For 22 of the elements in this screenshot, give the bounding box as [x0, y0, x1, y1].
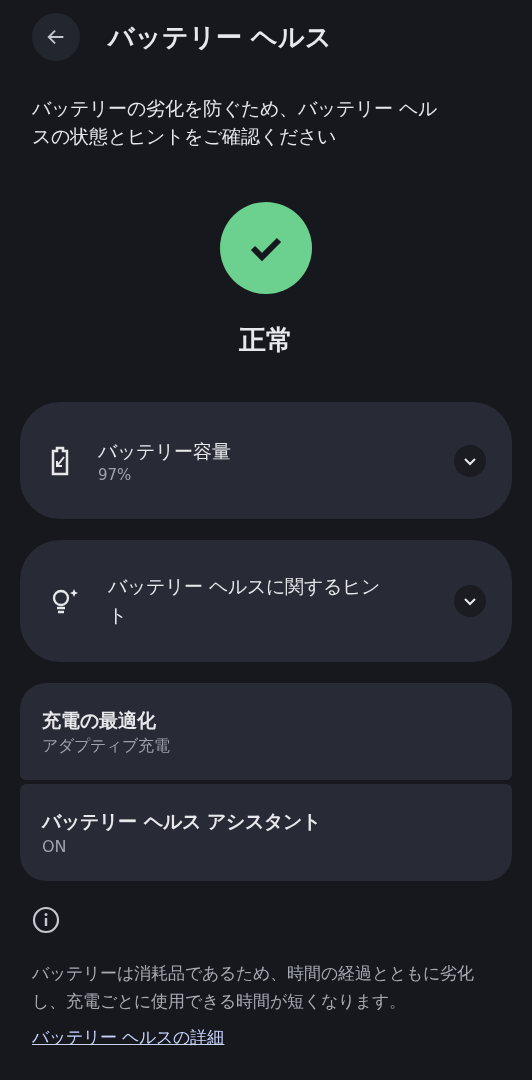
details-link[interactable]: バッテリー ヘルスの詳細 [32, 1026, 225, 1049]
setting-title: バッテリー ヘルス アシスタント [42, 809, 323, 834]
expand-button[interactable] [454, 444, 486, 477]
expandable-card[interactable]: バッテリー ヘルスに関するヒント [20, 540, 512, 662]
expandable-card[interactable]: バッテリー容量 97% [20, 402, 512, 519]
check-icon [220, 202, 312, 294]
card-value: 97% [98, 466, 133, 484]
card-title: バッテリー容量 [98, 439, 232, 464]
settings-item[interactable]: バッテリー ヘルス アシスタント ON [20, 784, 512, 881]
description-text: バッテリーの劣化を防ぐため、バッテリー ヘルスの状態とヒントをご確認ください [32, 96, 439, 149]
setting-title: 充電の最適化 [42, 708, 157, 733]
page-title: バッテリー ヘルス [108, 20, 333, 54]
back-button[interactable] [32, 13, 80, 61]
footer-text: バッテリーは消耗品であるため、時間の経過とともに劣化し、充電ごとに使用できる時間が短くなります。 [32, 963, 475, 1013]
status-label: 正常 [239, 323, 293, 357]
battery-icon [50, 445, 70, 476]
settings-item[interactable]: 充電の最適化 アダプティブ充電 [20, 683, 512, 780]
setting-value: アダプティブ充電 [42, 735, 171, 757]
setting-value: ON [42, 836, 68, 858]
info-icon [32, 906, 60, 934]
expand-button[interactable] [454, 585, 486, 617]
card-title: バッテリー ヘルスに関するヒント [108, 574, 382, 628]
